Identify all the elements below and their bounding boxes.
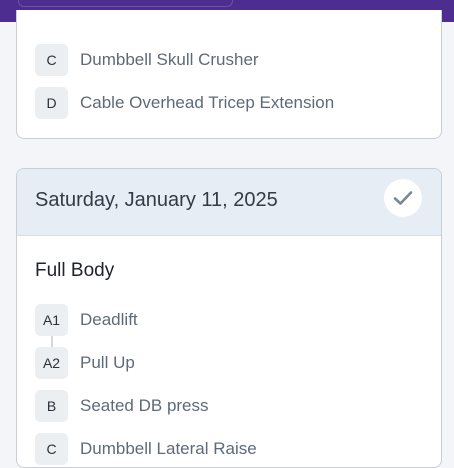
exercise-name: Pull Up <box>80 353 135 372</box>
exercise-row[interactable]: B Seated DB press <box>35 390 209 422</box>
exercise-name: Deadlift <box>80 310 138 329</box>
exercise-name: Dumbbell Skull Crusher <box>80 50 259 69</box>
exercise-label-badge: A2 <box>35 347 68 379</box>
exercise-label-badge: C <box>35 433 68 465</box>
previous-workout-card[interactable]: C Dumbbell Skull Crusher D Cable Overhea… <box>16 10 442 139</box>
exercise-row[interactable]: A1 Deadlift <box>35 304 138 336</box>
exercise-label-badge: B <box>35 390 68 422</box>
workout-day-card[interactable]: Saturday, January 11, 2025 Full Body A1 … <box>16 168 442 468</box>
exercise-name: Seated DB press <box>80 396 209 415</box>
exercise-name: Dumbbell Lateral Raise <box>80 439 257 458</box>
exercise-row[interactable]: A2 Pull Up <box>35 347 135 379</box>
exercise-label-badge: A1 <box>35 304 68 336</box>
workout-date: Saturday, January 11, 2025 <box>35 189 278 211</box>
exercise-row[interactable]: C Dumbbell Lateral Raise <box>35 433 257 465</box>
superset-connector <box>51 335 53 347</box>
complete-toggle-button[interactable] <box>384 179 422 217</box>
workout-title: Full Body <box>35 260 115 281</box>
top-app-bar-tab[interactable] <box>18 0 233 7</box>
exercise-label-badge: D <box>35 87 68 119</box>
exercise-row[interactable]: C Dumbbell Skull Crusher <box>35 44 259 76</box>
exercise-row[interactable]: D Cable Overhead Tricep Extension <box>35 87 334 119</box>
exercise-name: Cable Overhead Tricep Extension <box>80 93 335 112</box>
workout-day-header: Saturday, January 11, 2025 <box>17 169 441 236</box>
exercise-label-badge: C <box>35 44 68 76</box>
checkmark-icon <box>393 191 413 205</box>
